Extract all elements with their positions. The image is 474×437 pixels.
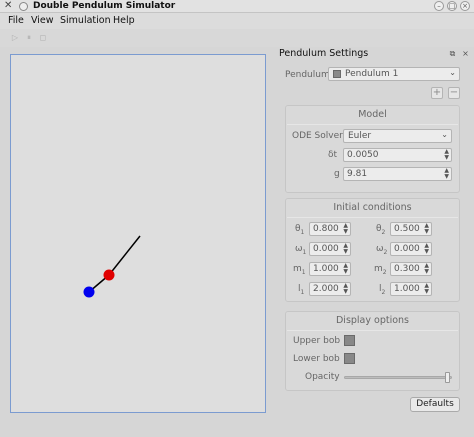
lower-bob-color-button[interactable]	[344, 353, 355, 364]
m2-value: 0.300	[394, 264, 420, 274]
pendulum-select-value: Pendulum 1	[345, 69, 399, 79]
chevron-down-icon: ⌄	[441, 130, 448, 139]
window-title: Double Pendulum Simulator	[33, 1, 176, 11]
close-icon[interactable]: ×	[460, 1, 470, 11]
m2-spinbox[interactable]: 0.300 ▲ ▼	[390, 262, 432, 276]
spin-arrows-icon[interactable]: ▲ ▼	[444, 149, 449, 161]
pendulum-select[interactable]: Pendulum 1 ⌄	[328, 67, 460, 81]
pendulum-label: Pendulum	[285, 70, 330, 80]
m1-value: 1.000	[313, 264, 339, 274]
theta1-label: θ1	[295, 224, 305, 236]
upper-rod	[108, 235, 141, 276]
remove-pendulum-button[interactable]: −	[448, 87, 460, 99]
spin-arrows-icon[interactable]: ▲ ▼	[424, 283, 429, 295]
minimize-icon[interactable]: –	[434, 1, 444, 11]
lower-bob[interactable]	[83, 286, 95, 298]
play-icon[interactable]: ▷	[10, 32, 20, 43]
spin-arrows-icon[interactable]: ▲ ▼	[343, 263, 348, 275]
dock-float-icon[interactable]: ⧉	[448, 49, 457, 58]
pendulum-drawing	[83, 235, 141, 298]
menu-file[interactable]: File	[8, 15, 24, 26]
pause-icon[interactable]: ⏸	[24, 32, 34, 43]
dt-label: δt	[328, 150, 338, 160]
m1-spinbox[interactable]: 1.000 ▲ ▼	[309, 262, 351, 276]
spin-arrows-icon[interactable]: ▲ ▼	[444, 168, 449, 180]
opacity-slider-handle[interactable]	[444, 372, 450, 383]
lower-bob-label: Lower bob	[293, 354, 340, 364]
dt-spinbox[interactable]: 0.0050 ▲ ▼	[343, 148, 452, 162]
l2-spinbox[interactable]: 1.000 ▲ ▼	[390, 282, 432, 296]
upper-bob-color-button[interactable]	[344, 335, 355, 346]
add-pendulum-button[interactable]: +	[431, 87, 443, 99]
display-options-title: Display options	[335, 315, 410, 326]
omega1-value: 0.000	[313, 244, 339, 254]
menu-view[interactable]: View	[31, 15, 54, 26]
spin-arrows-icon[interactable]: ▲ ▼	[343, 243, 348, 255]
spin-arrows-icon[interactable]: ▲ ▼	[343, 223, 348, 235]
chevron-down-icon: ⌄	[449, 68, 456, 77]
opacity-label: Opacity	[305, 372, 340, 382]
omega2-value: 0.000	[394, 244, 420, 254]
ode-solver-value: Euler	[348, 131, 372, 141]
g-value: 9.81	[347, 169, 368, 179]
spin-arrows-icon[interactable]: ▲ ▼	[424, 243, 429, 255]
theta2-value: 0.500	[394, 224, 420, 234]
omega1-spinbox[interactable]: 0.000 ▲ ▼	[309, 242, 351, 256]
model-group-title: Model	[358, 109, 387, 120]
l2-value: 1.000	[394, 284, 420, 294]
l1-spinbox[interactable]: 2.000 ▲ ▼	[309, 282, 351, 296]
g-spinbox[interactable]: 9.81 ▲ ▼	[343, 167, 452, 181]
app-icon[interactable]: ✕	[4, 1, 14, 11]
omega2-label: ω2	[376, 244, 388, 256]
theta1-value: 0.800	[313, 224, 339, 234]
l1-label: l1	[298, 284, 305, 296]
omega2-spinbox[interactable]: 0.000 ▲ ▼	[390, 242, 432, 256]
menu-help[interactable]: Help	[113, 15, 135, 26]
simulation-canvas[interactable]	[10, 54, 266, 413]
theta1-spinbox[interactable]: 0.800 ▲ ▼	[309, 222, 351, 236]
menu-bar: File View Simulation Help	[0, 13, 474, 29]
pendulum-color-swatch	[333, 70, 341, 78]
opacity-slider[interactable]	[344, 376, 452, 379]
initial-conditions-title: Initial conditions	[333, 202, 412, 213]
spin-arrows-icon[interactable]: ▲ ▼	[424, 263, 429, 275]
ode-solver-select[interactable]: Euler ⌄	[343, 129, 452, 143]
menu-simulation[interactable]: Simulation	[60, 15, 111, 26]
maximize-icon[interactable]: □	[447, 1, 457, 11]
toolbar: ▷ ⏸ ◻	[0, 29, 474, 47]
l1-value: 2.000	[313, 284, 339, 294]
upper-bob[interactable]	[103, 269, 115, 281]
stop-icon[interactable]: ◻	[38, 32, 48, 43]
m1-label: m1	[293, 264, 306, 276]
g-label: g	[334, 169, 340, 179]
spin-arrows-icon[interactable]: ▲ ▼	[424, 223, 429, 235]
title-bar: ✕ Double Pendulum Simulator – □ ×	[0, 0, 474, 13]
theta2-label: θ2	[376, 224, 386, 236]
dock-title: Pendulum Settings	[279, 48, 369, 59]
defaults-button[interactable]: Defaults	[410, 397, 460, 412]
upper-bob-label: Upper bob	[293, 336, 341, 346]
dt-value: 0.0050	[347, 150, 379, 160]
ode-solver-label: ODE Solver	[292, 131, 343, 141]
pin-icon[interactable]	[19, 2, 28, 11]
dock-close-icon[interactable]: ×	[461, 49, 470, 58]
spin-arrows-icon[interactable]: ▲ ▼	[343, 283, 348, 295]
l2-label: l2	[379, 284, 386, 296]
m2-label: m2	[374, 264, 387, 276]
theta2-spinbox[interactable]: 0.500 ▲ ▼	[390, 222, 432, 236]
omega1-label: ω1	[295, 244, 307, 256]
